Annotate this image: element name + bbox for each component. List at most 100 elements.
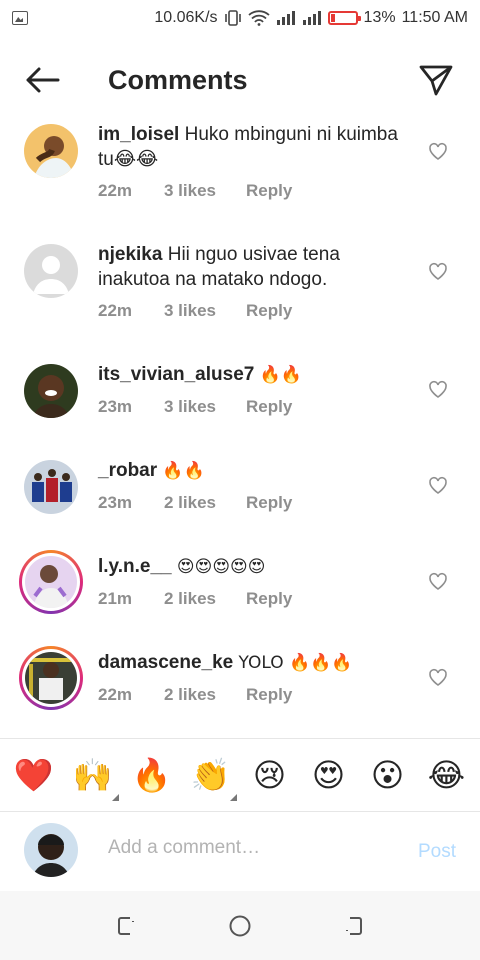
reply-button[interactable]: Reply (246, 685, 292, 705)
avatar[interactable] (24, 244, 78, 298)
heart-eyes-emoji-button[interactable]: 😍 (303, 753, 355, 797)
heart-outline-icon[interactable] (428, 380, 448, 400)
comment-meta: 22m 2 likes Reply (98, 685, 292, 705)
comment-meta: 23m 3 likes Reply (98, 397, 292, 417)
status-bar: 10.06K/s 13% 11:50 AM (0, 0, 480, 36)
comment-time: 22m (98, 685, 133, 704)
comment-username[interactable]: its_vivian_aluse7 (98, 364, 254, 385)
avatar-story-ring[interactable] (19, 550, 83, 614)
back-button[interactable] (0, 52, 84, 108)
comment-meta: 22m 3 likes Reply (98, 181, 292, 201)
comment-message: 😍😍😍😍😍 (176, 557, 266, 577)
home-button[interactable] (228, 914, 252, 938)
post-button[interactable]: Post (418, 841, 456, 863)
heart-outline-icon[interactable] (428, 668, 448, 688)
comment-item: its_vivian_aluse7 🔥🔥 23m 3 likes Reply (0, 350, 480, 446)
back-nav-button[interactable] (341, 914, 365, 938)
reply-button[interactable]: Reply (246, 493, 292, 513)
comment-meta: 22m 3 likes Reply (98, 301, 292, 321)
comment-message: 🔥🔥 (259, 365, 302, 385)
raised-hands-emoji: 🙌 (72, 756, 113, 794)
comment-text: im_loisel Huko mbinguni ni kuimba tu😂😂 (98, 122, 398, 172)
comment-time: 23m (98, 493, 133, 512)
avatar[interactable] (24, 460, 78, 514)
reply-button[interactable]: Reply (246, 301, 292, 321)
comment-time: 21m (98, 589, 133, 608)
avatar[interactable] (24, 124, 78, 178)
comment-username[interactable]: l.y.n.e__ (98, 556, 172, 577)
recents-icon (117, 916, 134, 935)
reply-button[interactable]: Reply (246, 589, 292, 609)
clapping-emoji: 👏 (190, 756, 231, 794)
comment-username[interactable]: njekika (98, 244, 162, 265)
signal-icon-2 (302, 10, 322, 26)
raised-hands-emoji-button[interactable]: 🙌 (67, 753, 119, 801)
heart-outline-icon[interactable] (428, 476, 448, 496)
comment-item: im_loisel Huko mbinguni ni kuimba tu😂😂 2… (0, 110, 480, 230)
reply-button[interactable]: Reply (246, 181, 292, 201)
comment-text: l.y.n.e__ 😍😍😍😍😍 (98, 554, 398, 580)
signal-icon (276, 10, 296, 26)
share-button[interactable] (418, 62, 454, 98)
comment-likes[interactable]: 3 likes (164, 301, 246, 321)
system-nav-bar (0, 891, 480, 960)
network-speed: 10.06K/s (154, 9, 218, 26)
heart-emoji-button[interactable]: ❤️ (8, 753, 60, 797)
fire-emoji-button[interactable]: 🔥 (126, 753, 178, 797)
recents-button[interactable] (115, 914, 139, 938)
quick-emoji-bar: ❤️ 🙌 🔥 👏 😢 😍 😮 😂 (0, 738, 480, 812)
clapping-emoji-button[interactable]: 👏 (185, 753, 237, 801)
comment-composer: Post (0, 813, 480, 891)
comment-text: njekika Hii nguo usivae tena inakutoa na… (98, 242, 398, 292)
avatar-story-ring[interactable] (19, 646, 83, 710)
avatar[interactable] (24, 364, 78, 418)
header: Comments (0, 52, 480, 108)
status-right: 10.06K/s 13% 11:50 AM (154, 9, 468, 27)
my-avatar (24, 823, 78, 877)
comment-username[interactable]: im_loisel (98, 124, 179, 145)
home-circle-icon (229, 915, 251, 936)
clock: 11:50 AM (401, 9, 468, 26)
comment-item: damascene_ke YOLO 🔥🔥🔥 22m 2 likes Reply (0, 638, 480, 734)
skin-tone-indicator (111, 794, 119, 801)
skin-tone-indicator (229, 794, 237, 801)
page-title: Comments (108, 64, 248, 95)
back-nav-icon (346, 916, 363, 935)
comment-meta: 23m 2 likes Reply (98, 493, 292, 513)
battery-icon (327, 11, 361, 25)
comment-text: its_vivian_aluse7 🔥🔥 (98, 362, 398, 388)
comment-time: 23m (98, 397, 133, 416)
comment-input[interactable] (108, 837, 398, 859)
heart-outline-icon[interactable] (428, 262, 448, 282)
comment-likes[interactable]: 3 likes (164, 181, 246, 201)
vibrate-icon (224, 10, 242, 26)
comment-username[interactable]: damascene_ke (98, 652, 233, 673)
heart-outline-icon[interactable] (428, 572, 448, 592)
comment-likes[interactable]: 2 likes (164, 589, 246, 609)
comment-time: 22m (98, 181, 133, 200)
battery-percent: 13% (363, 9, 396, 26)
comment-message: 🔥🔥 (162, 461, 205, 481)
comment-likes[interactable]: 2 likes (164, 493, 246, 513)
comment-likes[interactable]: 3 likes (164, 397, 246, 417)
comment-item: l.y.n.e__ 😍😍😍😍😍 21m 2 likes Reply (0, 542, 480, 638)
comment-item: _robar 🔥🔥 23m 2 likes Reply (0, 446, 480, 542)
comment-message: YOLO 🔥🔥🔥 (238, 653, 353, 673)
comment-text: damascene_ke YOLO 🔥🔥🔥 (98, 650, 398, 676)
heart-outline-icon[interactable] (428, 142, 448, 162)
comment-list: im_loisel Huko mbinguni ni kuimba tu😂😂 2… (0, 110, 480, 734)
comment-item: njekika Hii nguo usivae tena inakutoa na… (0, 230, 480, 350)
avatar (25, 652, 77, 704)
comment-likes[interactable]: 2 likes (164, 685, 246, 705)
avatar (25, 556, 77, 608)
crying-emoji-button[interactable]: 😢 (244, 753, 296, 797)
comment-username[interactable]: _robar (98, 460, 157, 481)
laughing-emoji-button[interactable]: 😂 (421, 753, 473, 797)
reply-button[interactable]: Reply (246, 397, 292, 417)
comment-text: _robar 🔥🔥 (98, 458, 398, 484)
surprised-emoji-button[interactable]: 😮 (362, 753, 414, 797)
comment-time: 22m (98, 301, 133, 320)
paper-plane-icon (419, 65, 453, 96)
wifi-icon (247, 10, 270, 26)
gallery-icon (12, 11, 28, 25)
